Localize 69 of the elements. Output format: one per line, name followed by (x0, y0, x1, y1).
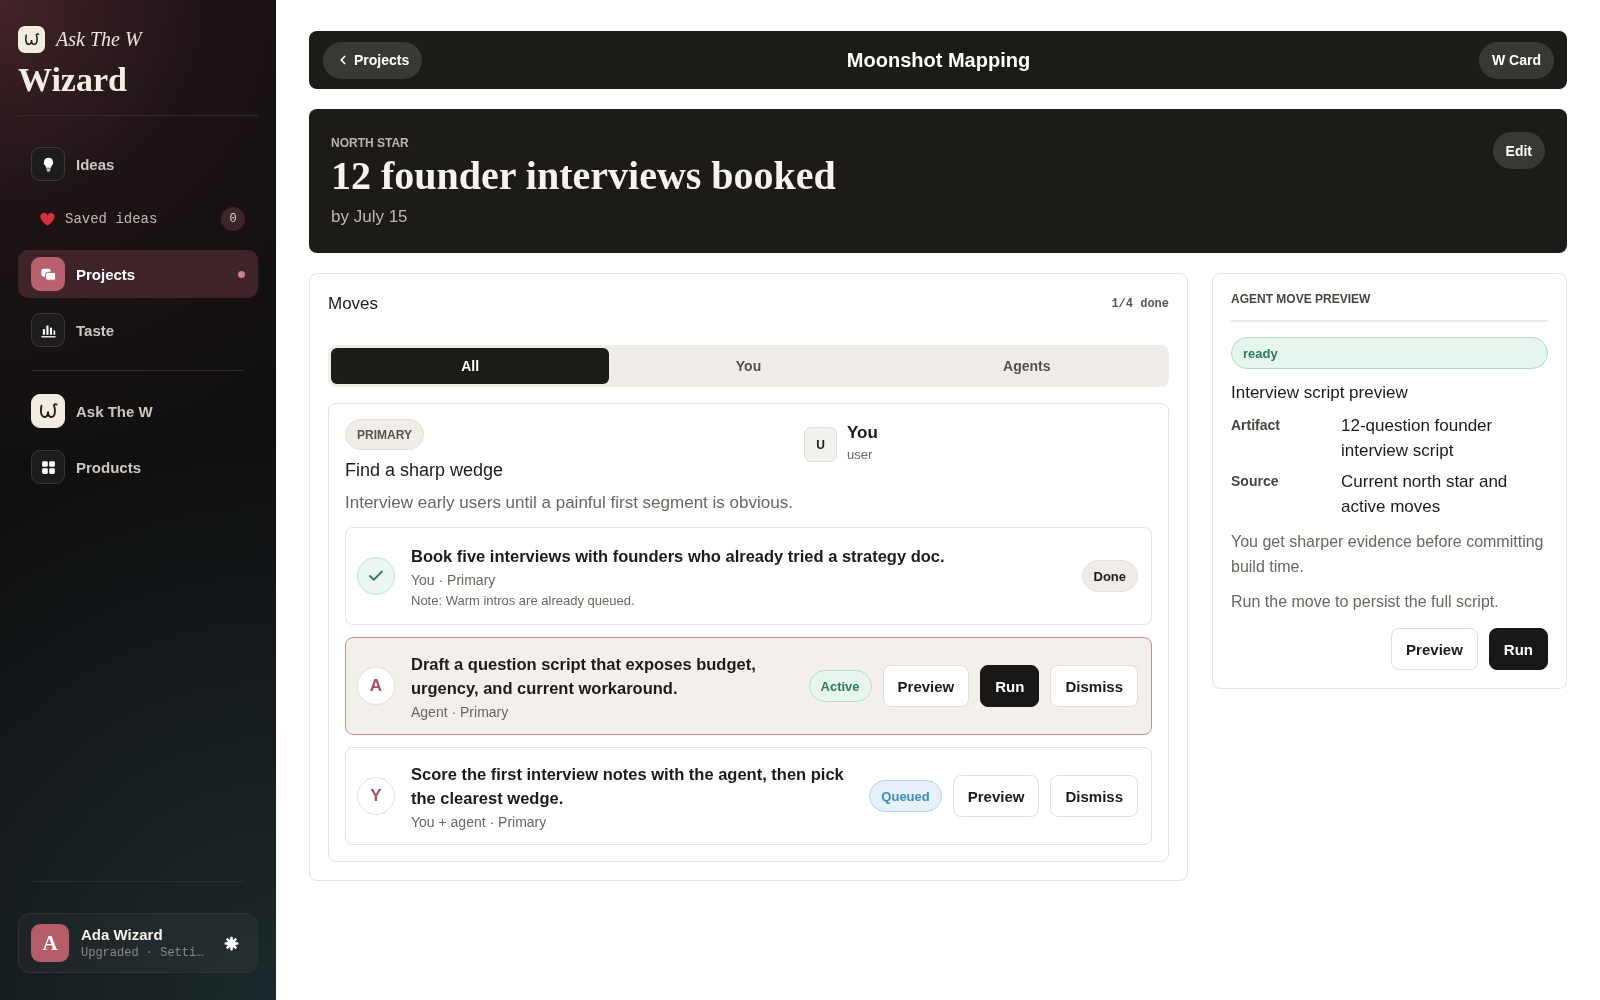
logo-icon (31, 394, 65, 429)
progress-count: 1/4 done (1111, 297, 1169, 311)
sidebar-item[interactable]: Projects (18, 250, 258, 299)
field-label: Artifact (1231, 416, 1281, 435)
panel-title: Moves (328, 294, 379, 314)
sidebar-item[interactable]: Ideas (18, 140, 258, 189)
run-button[interactable]: Run (1488, 628, 1548, 670)
check-icon (357, 557, 395, 595)
brand-title: Wizard (18, 61, 128, 99)
north-star-label: NORTH STAR (331, 136, 410, 150)
user-avatar: A (31, 924, 69, 962)
preview-text: Run the move to persist the full script. (1231, 592, 1500, 612)
run-button[interactable]: Run (980, 665, 1040, 707)
folders-icon (31, 257, 65, 292)
north-star-goal: 12 founder interviews booked (331, 154, 836, 199)
status-badge: Done (1081, 560, 1138, 592)
status-badge: Queued (869, 780, 942, 812)
dot-icon (238, 270, 245, 278)
heart-icon (40, 212, 55, 227)
user-detail: Upgraded · Setti… (81, 946, 205, 960)
status-pill: ready (1231, 337, 1548, 369)
action-button[interactable]: Dismiss (1050, 665, 1138, 707)
owner-avatar: U (804, 427, 837, 462)
count-badge: 0 (221, 207, 245, 232)
action-button[interactable]: Preview (952, 775, 1040, 817)
sidebar-item[interactable]: Taste (18, 306, 258, 355)
group-title: Find a sharp wedge (345, 460, 504, 481)
user-name: Ada Wizard (81, 926, 164, 943)
sidebar-item[interactable]: Ask The W (18, 387, 258, 436)
action-button[interactable]: Dismiss (1050, 775, 1138, 817)
preview-title: AGENT MOVE PREVIEW (1231, 292, 1548, 322)
grid-icon (31, 450, 65, 485)
bar-chart-icon (31, 313, 65, 348)
north-star-deadline: by July 15 (331, 206, 409, 227)
move-note: Note: Warm intros are already queued. (411, 593, 636, 608)
filter-tab[interactable]: All (331, 348, 610, 384)
filter-tab[interactable]: Agents (887, 348, 1166, 384)
back-button[interactable]: Projects (323, 41, 423, 79)
preview-heading: Interview script preview (1231, 383, 1409, 403)
field-value: Current north star and active moves (1341, 471, 1509, 518)
edit-button[interactable]: Edit (1492, 132, 1545, 169)
page-title: Moonshot Mapping (846, 48, 1031, 72)
settings-icon[interactable] (224, 935, 239, 951)
move-title: Score the first interview notes with the agent, then pick the clearest wedge. (411, 764, 845, 809)
lightbulb-icon (31, 147, 65, 182)
status-badge: Active (808, 670, 872, 702)
field-label: Source (1231, 472, 1280, 491)
owner-role: user (847, 447, 874, 462)
move-meta: You + agent · Primary (411, 814, 548, 830)
logo-icon (18, 26, 45, 53)
assignee-avatar: A (357, 667, 395, 705)
filter-tab[interactable]: You (609, 348, 888, 384)
assignee-avatar: Y (357, 777, 395, 815)
move-title: Book five interviews with founders who already tried a strategy doc. (411, 546, 946, 567)
move-meta: Agent · Primary (411, 704, 510, 720)
move-meta: You · Primary (411, 572, 497, 588)
brand-tagline: Ask The W (56, 28, 142, 51)
sidebar-item[interactable]: Saved ideas (40, 209, 158, 230)
action-button[interactable]: Preview (882, 665, 970, 707)
owner-name: You (847, 423, 878, 443)
move-title: Draft a question script that exposes budget, urgency, and current workaround. (411, 654, 757, 699)
group-tag: PRIMARY (345, 419, 424, 450)
preview-text: You get sharper evidence before committing build time. (1231, 532, 1545, 577)
card-button[interactable]: W Card (1479, 41, 1554, 79)
preview-button[interactable]: Preview (1391, 628, 1478, 670)
group-description: Interview early users until a painful first segment is obvious. (345, 493, 794, 513)
field-value: 12-question founder interview script (1341, 415, 1494, 462)
sidebar-item[interactable]: Products (18, 443, 258, 492)
user-card[interactable]: A Ada Wizard Upgraded · Setti… (18, 913, 258, 973)
